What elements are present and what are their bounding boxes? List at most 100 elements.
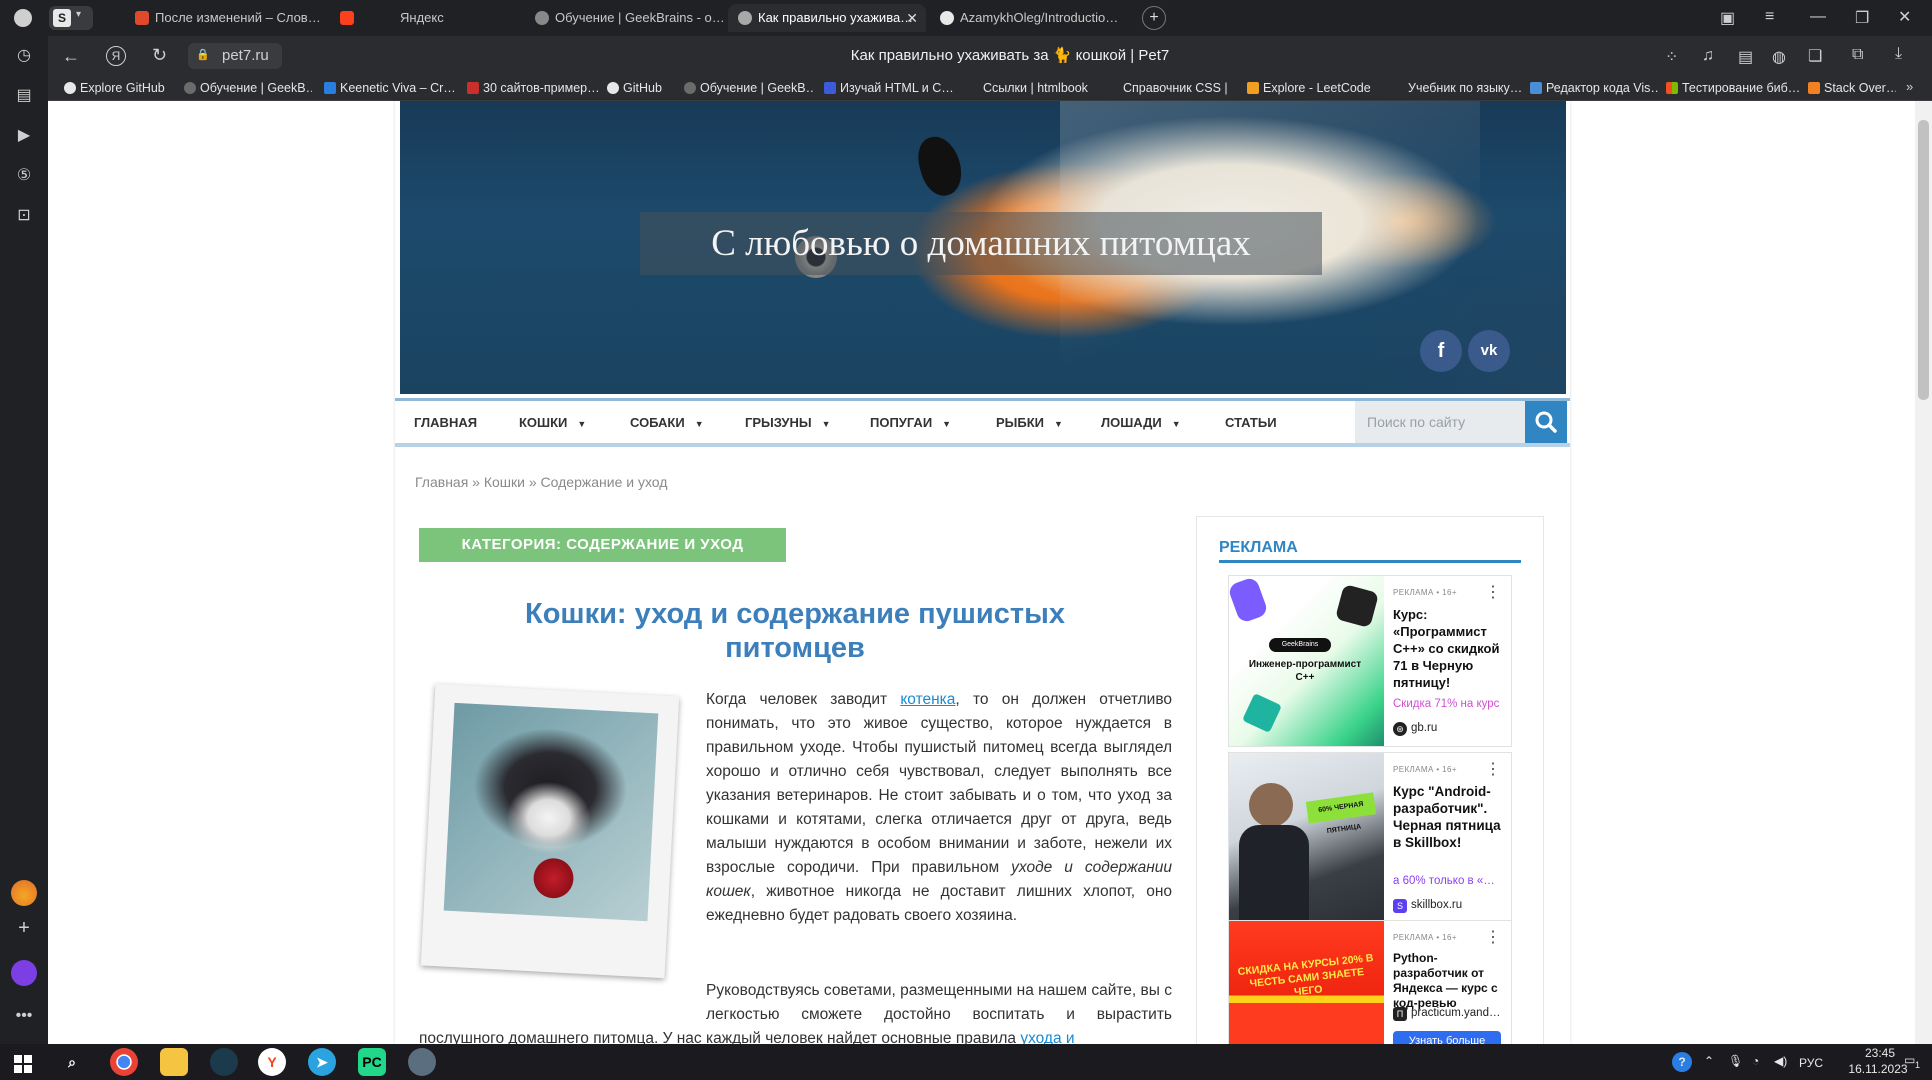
yandex-browser-icon[interactable]: Y: [258, 1048, 286, 1076]
caret-down-icon: ▼: [694, 418, 704, 429]
tabs-icon[interactable]: ⧉: [1852, 46, 1863, 64]
bookmark-item[interactable]: GitHub: [605, 79, 675, 97]
nav-item-cats[interactable]: КОШКИ ▼: [519, 413, 586, 433]
chevron-up-icon[interactable]: ⌃: [1704, 1054, 1714, 1068]
ad-options-icon[interactable]: ⋮: [1485, 927, 1501, 947]
reader-icon[interactable]: ▤: [1738, 47, 1753, 67]
nav-item-rodents[interactable]: ГРЫЗУНЫ ▼: [745, 413, 831, 433]
tab-word[interactable]: После изменений – Слов…: [125, 4, 325, 32]
search-taskbar-icon[interactable]: ⌕: [58, 1048, 86, 1076]
s-badge-tab[interactable]: S ▾: [49, 6, 93, 30]
volume-icon[interactable]: ◀): [1774, 1054, 1787, 1068]
start-button[interactable]: [14, 1055, 32, 1073]
collections-icon[interactable]: ▤: [12, 84, 36, 108]
close-window-icon[interactable]: ✕: [1898, 7, 1911, 27]
microphone-icon[interactable]: 🎙: [1728, 1054, 1743, 1068]
language-indicator[interactable]: РУС: [1799, 1056, 1823, 1070]
post-title[interactable]: Кошки: уход и содержание пушистых питомц…: [470, 597, 1120, 665]
ad-title[interactable]: Курс "Android-разработчик". Черная пятни…: [1393, 783, 1505, 851]
url-field[interactable]: 🔒 pet7.ru: [188, 43, 282, 69]
bookmark-item[interactable]: Обучение | GeekB…: [682, 79, 814, 97]
nav-label: РЫБКИ: [996, 415, 1045, 430]
add-panel-icon[interactable]: +: [12, 916, 36, 940]
tab-pet7-active[interactable]: Как правильно ухажива… ✕: [728, 4, 926, 32]
bookmark-item[interactable]: Редактор кода Vis…: [1528, 79, 1658, 97]
download-icon[interactable]: ⤓: [1895, 45, 1902, 63]
ad-card[interactable]: 60% ЧЕРНАЯ ПЯТНИЦА РЕКЛАМА • 16+ ⋮ Курс …: [1228, 752, 1512, 924]
history-icon[interactable]: ◷: [12, 44, 36, 68]
minimize-icon[interactable]: —: [1810, 8, 1826, 26]
fish-spot: [912, 131, 968, 201]
app-icon[interactable]: [408, 1048, 436, 1076]
help-icon[interactable]: ?: [1672, 1052, 1692, 1072]
bookmark-item[interactable]: Обучение | GeekB…: [182, 79, 312, 97]
notifications-count: 1: [1915, 1060, 1921, 1070]
scrollbar-thumb[interactable]: [1918, 120, 1929, 400]
clock-time[interactable]: 23:45: [1850, 1046, 1910, 1060]
search-button[interactable]: [1525, 401, 1567, 443]
facebook-button[interactable]: f: [1420, 330, 1462, 372]
site-icon: [467, 82, 479, 94]
nav-item-fish[interactable]: РЫБКИ ▼: [996, 413, 1063, 433]
menu-icon[interactable]: ≡: [1765, 8, 1774, 26]
bookmark-item[interactable]: Explore GitHub: [62, 79, 174, 97]
tab-geekbrains[interactable]: Обучение | GeekBrains - о…: [525, 4, 725, 32]
back-icon[interactable]: ←: [62, 46, 80, 67]
telegram-icon[interactable]: ➤: [308, 1048, 336, 1076]
caret-down-icon: ▼: [821, 418, 831, 429]
bookmark-item[interactable]: Справочник CSS |: [1105, 79, 1230, 97]
nav-item-horses[interactable]: ЛОШАДИ ▼: [1101, 413, 1181, 433]
bookmark-item[interactable]: Учебник по языку…: [1390, 79, 1522, 97]
nav-item-parrots[interactable]: ПОПУГАИ ▼: [870, 413, 951, 433]
wifi-icon[interactable]: ◔: [1752, 1054, 1759, 1068]
bookmark-item[interactable]: Explore - LeetCode: [1245, 79, 1383, 97]
site-search-input[interactable]: Поиск по сайту: [1355, 401, 1525, 443]
notifications-icon[interactable]: ▭: [1904, 1053, 1915, 1067]
ad-options-icon[interactable]: ⋮: [1485, 759, 1501, 779]
bookmark-item[interactable]: Изучай HTML и C…: [822, 79, 957, 97]
bookmark-item[interactable]: Stack Over…: [1806, 79, 1896, 97]
close-tab-icon[interactable]: ✕: [906, 4, 918, 32]
reload-icon[interactable]: ↻: [152, 45, 167, 66]
bookmark-item[interactable]: Keenetic Viva – Cr…: [322, 79, 454, 97]
play-icon[interactable]: ▶: [12, 124, 36, 148]
more-icon[interactable]: •••: [12, 1004, 36, 1028]
s-service-icon[interactable]: ⑤: [12, 164, 36, 188]
tab-yandex[interactable]: Яндекс: [330, 4, 520, 32]
nav-item-dogs[interactable]: СОБАКИ ▼: [630, 413, 704, 433]
app-icon[interactable]: [210, 1048, 238, 1076]
ad-title[interactable]: Python-разработчик от Яндекса — курс с к…: [1393, 951, 1505, 1011]
bookmark-item[interactable]: Ссылки | htmlbook: [965, 79, 1097, 97]
restore-icon[interactable]: ❐: [1855, 8, 1869, 28]
bookmark-item[interactable]: Тестирование биб…: [1664, 79, 1800, 97]
headphones-icon[interactable]: ♫: [1702, 47, 1714, 65]
ad-image-text: СКИДКА НА КУРСЫ 20% В ЧЕСТЬ САМИ ЗНАЕТЕ …: [1237, 951, 1374, 999]
chrome-icon[interactable]: [110, 1048, 138, 1076]
sidebar-app-icon[interactable]: [11, 880, 37, 906]
collections-icon[interactable]: ▣: [1720, 8, 1735, 28]
bookmark-icon[interactable]: ❏: [1808, 46, 1822, 66]
bookmark-item[interactable]: 30 сайтов-пример…: [465, 79, 600, 97]
extensions-icon[interactable]: ⁘: [1665, 47, 1678, 67]
nav-item-home[interactable]: ГЛАВНАЯ: [414, 413, 477, 433]
ad-options-icon[interactable]: ⋮: [1485, 582, 1501, 602]
article-paragraph-2-cont: послушного домашнего питомца. У нас кажд…: [419, 1027, 1172, 1044]
pycharm-icon[interactable]: PC: [358, 1048, 386, 1076]
ad-card[interactable]: GeekBrains Инженер-программист С++ РЕКЛА…: [1228, 575, 1512, 747]
vk-button[interactable]: vk: [1468, 330, 1510, 372]
alice-icon[interactable]: [11, 960, 37, 986]
kitten-link[interactable]: котенка: [900, 691, 955, 708]
explorer-icon[interactable]: [160, 1048, 188, 1076]
yandex-home-icon[interactable]: Я: [106, 46, 126, 66]
ad-card[interactable]: СКИДКА НА КУРСЫ 20% В ЧЕСТЬ САМИ ЗНАЕТЕ …: [1228, 920, 1512, 1046]
care-link[interactable]: ухода и: [1020, 1030, 1074, 1044]
ad-title[interactable]: Курс: «Программист С++» со скидкой 71 в …: [1393, 606, 1505, 691]
screenshot-icon[interactable]: ⊡: [12, 204, 36, 228]
text-run: , то он должен отчетливо понимать, что э…: [706, 691, 1172, 876]
nav-item-articles[interactable]: СТАТЬИ: [1225, 413, 1277, 433]
more-bookmarks-icon[interactable]: »: [1906, 79, 1913, 94]
new-tab-button[interactable]: +: [1142, 6, 1166, 30]
tab-github[interactable]: AzamykhOleg/Introductio…: [930, 4, 1130, 32]
protect-icon[interactable]: ◍: [1772, 47, 1786, 67]
profile-icon[interactable]: [14, 9, 32, 27]
